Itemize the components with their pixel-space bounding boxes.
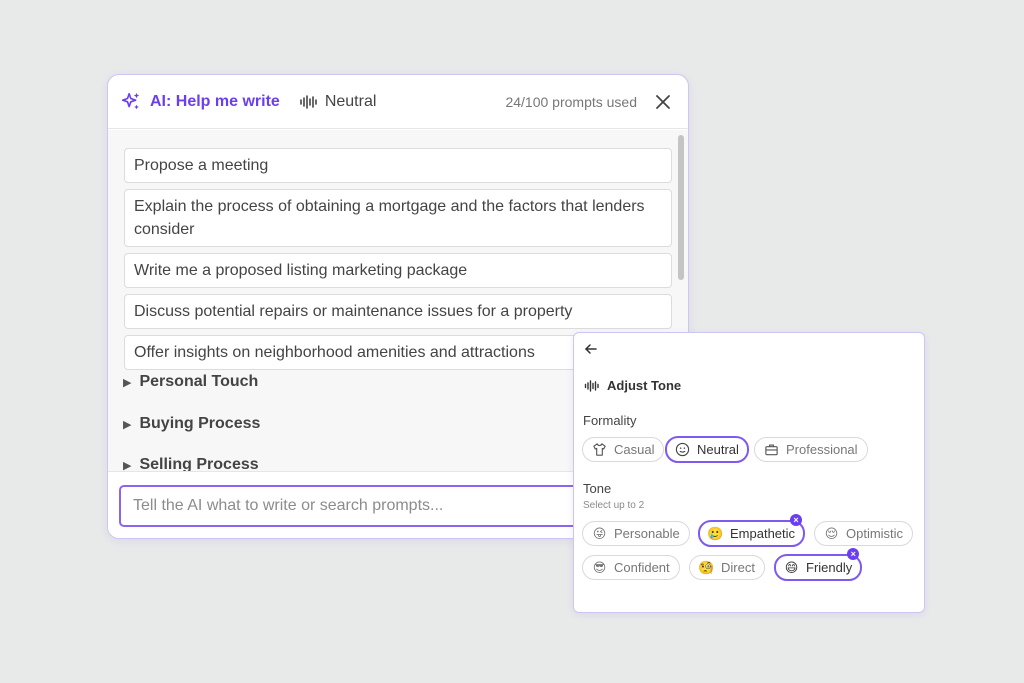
monocle-face-icon: 🧐 (698, 560, 715, 575)
category-selling-process[interactable]: ▶ Selling Process (123, 456, 259, 471)
smiling-tear-face-icon: 🥲 (707, 526, 724, 541)
scrollbar-thumb[interactable] (678, 135, 684, 280)
expand-triangle-icon: ▶ (123, 459, 132, 472)
prompt-item[interactable]: Discuss potential repairs or maintenance… (124, 294, 672, 329)
chip-label: Confident (614, 560, 670, 575)
sunglasses-face-icon: 😎 (592, 560, 607, 575)
tone-chip-personable[interactable]: 😜 Personable (582, 521, 690, 546)
current-tone-label: Neutral (324, 92, 377, 110)
formality-chip-neutral[interactable]: Neutral (665, 436, 749, 463)
sparkle-icon (120, 91, 142, 113)
tone-label: Tone (583, 481, 612, 496)
prompt-item[interactable]: Explain the process of obtaining a mortg… (124, 189, 672, 247)
formality-chip-casual[interactable]: Casual (582, 437, 665, 462)
category-personal-touch[interactable]: ▶ Personal Touch (123, 373, 258, 391)
relieved-face-icon: 😌 (824, 526, 839, 541)
winking-tongue-face-icon: 😜 (592, 526, 607, 541)
back-arrow-icon[interactable] (584, 342, 598, 356)
formality-chip-professional[interactable]: Professional (754, 437, 868, 462)
chip-label: Empathetic (730, 526, 796, 541)
tshirt-icon (592, 442, 607, 457)
remove-tone-icon[interactable]: × (847, 548, 860, 560)
prompt-item[interactable]: Propose a meeting (124, 148, 672, 183)
tone-hint: Select up to 2 (583, 500, 645, 511)
chip-label: Professional (786, 442, 858, 457)
prompt-usage-count: 24/100 prompts used (505, 93, 637, 110)
tone-chip-confident[interactable]: 😎 Confident (582, 555, 680, 580)
category-label: Selling Process (139, 456, 259, 471)
expand-triangle-icon: ▶ (123, 376, 132, 389)
neutral-face-icon (675, 442, 690, 457)
tone-chip-friendly[interactable]: 😄 Friendly × (774, 548, 863, 581)
dialog-title: AI: Help me write (150, 92, 280, 110)
category-label: Buying Process (139, 415, 261, 432)
chip-label: Direct (721, 560, 755, 575)
category-buying-process[interactable]: ▶ Buying Process (123, 415, 260, 433)
chip-label: Casual (614, 442, 655, 457)
remove-tone-icon[interactable]: × (790, 514, 803, 526)
prompt-item[interactable]: Write me a proposed listing marketing pa… (124, 253, 672, 288)
waveform-icon (584, 379, 600, 392)
grinning-face-icon: 😄 (784, 560, 799, 575)
chip-label: Friendly (806, 560, 853, 575)
adjust-tone-title: Adjust Tone (607, 378, 682, 393)
category-label: Personal Touch (139, 373, 259, 390)
expand-triangle-icon: ▶ (123, 418, 132, 431)
waveform-icon (299, 94, 319, 109)
tone-chip-empathetic[interactable]: 🥲 Empathetic × (698, 514, 806, 547)
tone-chip-direct[interactable]: 🧐 Direct (689, 555, 765, 580)
briefcase-icon (764, 442, 779, 457)
close-icon[interactable] (654, 93, 672, 111)
adjust-tone-heading: Adjust Tone (584, 378, 681, 393)
chip-label: Optimistic (846, 526, 904, 541)
dialog-header: AI: Help me write Neutral 24/100 prompts… (108, 75, 688, 129)
current-tone-button[interactable]: Neutral (299, 92, 377, 111)
chip-label: Personable (614, 526, 680, 541)
adjust-tone-panel: Adjust Tone Formality Casual Neutral Pro… (573, 332, 925, 613)
chip-label: Neutral (697, 442, 739, 457)
formality-label: Formality (583, 413, 637, 428)
tone-chip-optimistic[interactable]: 😌 Optimistic (814, 521, 914, 546)
